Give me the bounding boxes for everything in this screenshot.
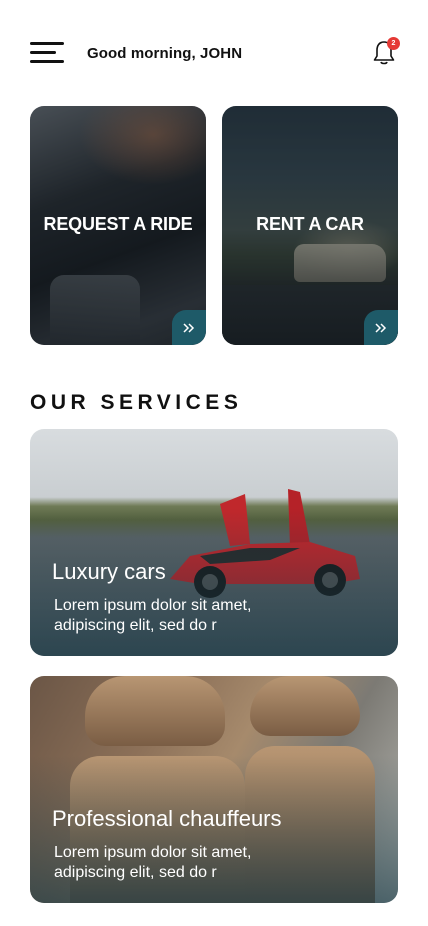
notifications-button[interactable]: 2	[372, 37, 400, 68]
services-heading: OUR SERVICES	[30, 391, 243, 414]
rent-car-label: RENT A CAR	[256, 214, 364, 234]
service-description: Lorem ipsum dolor sit amet, adipiscing e…	[54, 844, 252, 881]
menu-icon[interactable]	[30, 42, 64, 64]
chevron-right-icon	[375, 322, 387, 333]
rent-car-card[interactable]: RENT A CAR	[222, 106, 398, 345]
service-card-professional-chauffeurs[interactable]: Professional chauffeurs Lorem ipsum dolo…	[30, 676, 398, 903]
car-interior-image	[50, 275, 140, 345]
rent-car-arrow-button[interactable]	[364, 310, 398, 345]
request-ride-label: REQUEST A RIDE	[43, 214, 193, 234]
request-ride-arrow-button[interactable]	[172, 310, 206, 345]
request-ride-card[interactable]: REQUEST A RIDE	[30, 106, 206, 345]
service-card-luxury-cars[interactable]: Luxury cars Lorem ipsum dolor sit amet, …	[30, 429, 398, 656]
quick-actions: REQUEST A RIDE RENT A CAR	[30, 106, 398, 345]
header: Good morning, JOHN 2	[30, 36, 400, 70]
service-title: Luxury cars	[52, 559, 166, 584]
greeting-text: Good morning, JOHN	[87, 44, 243, 62]
suv-image	[294, 244, 386, 282]
service-title: Professional chauffeurs	[52, 806, 282, 831]
service-description: Lorem ipsum dolor sit amet, adipiscing e…	[54, 597, 252, 634]
chevron-right-icon	[183, 322, 195, 333]
notification-badge: 2	[387, 37, 400, 50]
